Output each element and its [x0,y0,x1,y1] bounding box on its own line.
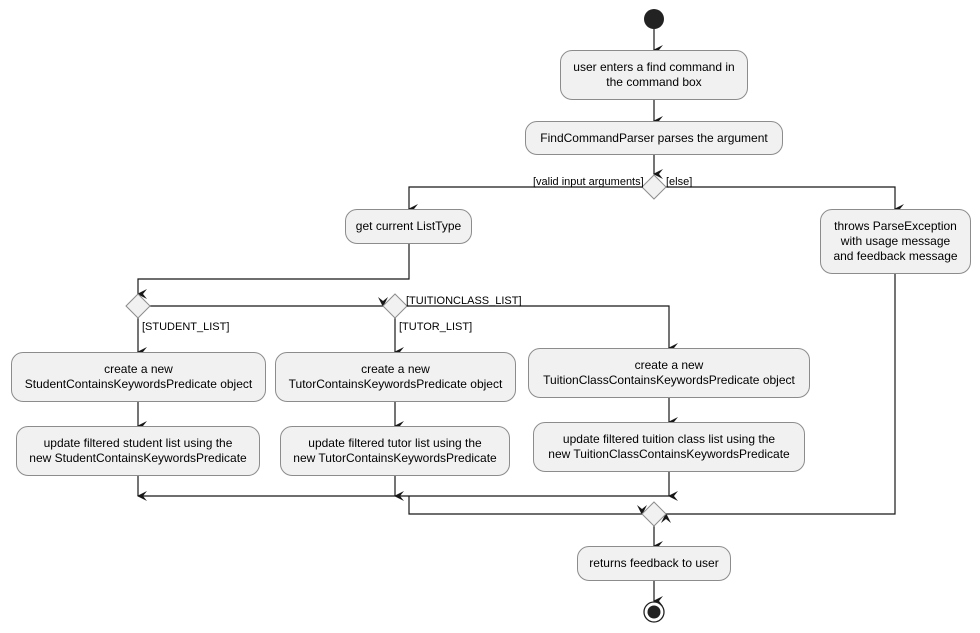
action-get-list-type: get current ListType [345,209,472,244]
edge-merge-to-final [408,496,647,515]
end-node-inner [647,605,661,619]
guard-student-list: [STUDENT_LIST] [142,321,230,333]
action-update-tuition-list: update filtered tuition class list using… [533,422,805,472]
decision-list-type-student [125,293,151,319]
edge-listtype-decision [137,244,410,299]
guard-else: [else] [666,176,693,188]
guard-tutor-list: [TUTOR_LIST] [399,321,473,333]
action-enter-command: user enters a find command in the comman… [560,50,748,100]
action-create-student-predicate: create a new StudentContainsKeywordsPred… [11,352,266,402]
action-update-tutor-list: update filtered tutor list using the new… [280,426,510,476]
action-return-feedback: returns feedback to user [577,546,731,581]
edge-valid [408,186,642,214]
diagram-connectors [125,9,904,623]
decision-list-type-tutor [382,293,408,319]
guard-valid-input: [valid input arguments] [533,176,644,188]
start-node [644,9,664,29]
action-create-tuition-predicate: create a new TuitionClassContainsKeyword… [528,348,810,398]
decision-valid-input [641,174,667,200]
action-throw-exception: throws ParseException with usage message… [820,209,971,274]
action-create-tutor-predicate: create a new TutorContainsKeywordsPredic… [275,352,516,402]
action-parse-argument: FindCommandParser parses the argument [525,121,783,155]
merge-final [641,501,667,527]
action-update-student-list: update filtered student list using the n… [16,426,260,476]
edge-else [666,186,904,214]
guard-tuitionclass-list: [TUITIONCLASS_LIST] [406,295,522,307]
